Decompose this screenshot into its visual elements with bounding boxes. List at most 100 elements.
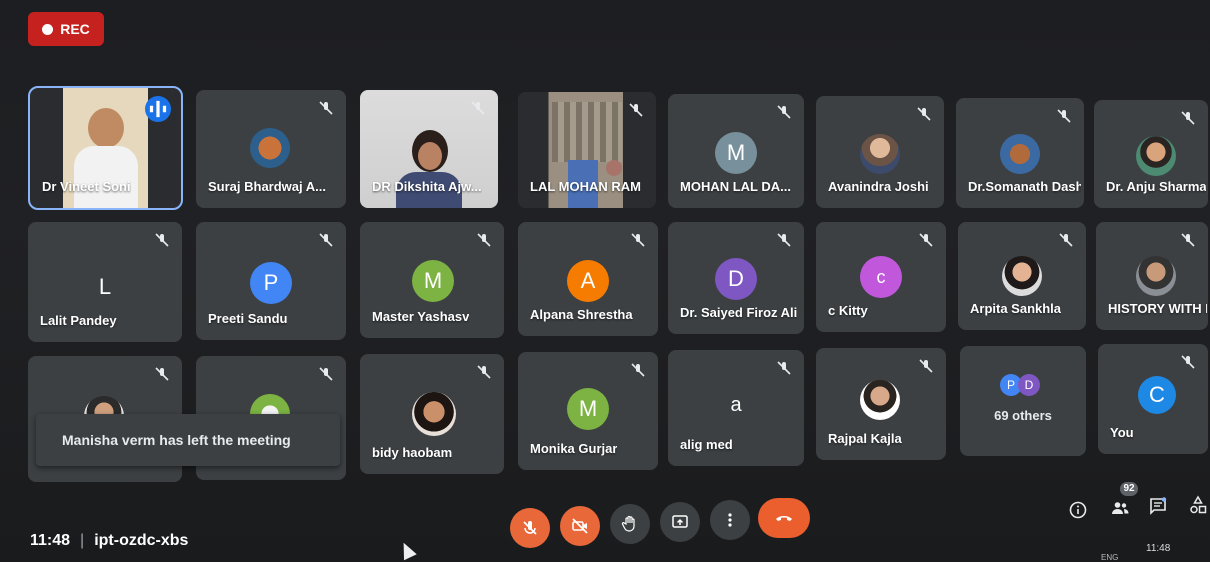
participant-name: Lalit Pandey — [40, 313, 117, 328]
participant-name: DR Dikshita Ajw... — [372, 179, 482, 194]
people-count-badge: 92 — [1120, 482, 1138, 496]
microphone-toggle-button[interactable] — [510, 508, 550, 548]
speaking-indicator-icon — [145, 96, 171, 122]
participant-tile[interactable]: bidy haobam — [360, 354, 504, 474]
participant-name: c Kitty — [828, 303, 868, 318]
present-icon — [672, 515, 688, 528]
mic-off-icon — [318, 366, 334, 382]
meeting-code: ipt-ozdc-xbs — [94, 532, 189, 549]
mic-off-icon — [318, 100, 334, 116]
avatar: D — [715, 258, 757, 300]
mic-off-icon — [916, 106, 932, 122]
participant-tile[interactable]: M MOHAN LAL DA... — [668, 94, 804, 208]
people-button[interactable] — [1108, 496, 1132, 520]
activities-button[interactable] — [1186, 493, 1210, 517]
mic-off-icon — [476, 364, 492, 380]
others-tile[interactable]: P D 69 others — [960, 346, 1086, 456]
self-tile[interactable]: C You — [1098, 344, 1208, 454]
participant-tile[interactable]: LAL MOHAN RAM — [518, 92, 656, 208]
participant-tile[interactable]: L Lalit Pandey — [28, 222, 182, 342]
participant-tile[interactable]: A Alpana Shrestha — [518, 222, 658, 336]
mic-off-icon — [1056, 108, 1072, 124]
participant-tile[interactable]: Suraj Bhardwaj A... — [196, 90, 346, 208]
mic-off-icon — [630, 362, 646, 378]
recording-label: REC — [60, 21, 90, 37]
avatar — [1000, 134, 1040, 174]
taskbar-clock: 11:48 — [1146, 543, 1171, 554]
participant-tile[interactable]: a alig med — [668, 350, 804, 466]
mic-off-icon — [154, 366, 170, 382]
participant-name: LAL MOHAN RAM — [530, 179, 641, 194]
more-options-button[interactable] — [710, 500, 750, 540]
participant-tile[interactable]: Dr.Somanath Dash — [956, 98, 1084, 208]
avatar — [250, 128, 290, 168]
mic-off-icon — [1180, 232, 1196, 248]
leave-call-button[interactable] — [758, 498, 810, 538]
more-vert-icon — [728, 513, 732, 527]
participant-name: Avanindra Joshi — [828, 179, 929, 194]
record-dot-icon — [42, 23, 54, 35]
participant-name: Alpana Shrestha — [530, 307, 633, 322]
notification-text: Manisha verm has left the meeting — [62, 432, 291, 448]
avatar: L — [98, 274, 112, 299]
participant-name: bidy haobam — [372, 445, 453, 460]
mic-off-icon — [628, 102, 644, 118]
avatar: C — [1138, 376, 1176, 414]
raise-hand-button[interactable] — [610, 504, 650, 544]
participant-tile[interactable]: Arpita Sankhla — [958, 222, 1086, 330]
participant-tile[interactable]: M Monika Gurjar — [518, 352, 658, 470]
mic-off-icon — [776, 104, 792, 120]
chat-button[interactable] — [1146, 494, 1170, 518]
mic-off-icon — [918, 358, 934, 374]
others-count-label: 69 others — [994, 408, 1052, 423]
participant-tile[interactable]: Dr Vineet Soni — [28, 86, 183, 210]
present-screen-button[interactable] — [660, 502, 700, 542]
avatar: M — [412, 260, 454, 302]
hand-icon — [621, 515, 635, 532]
avatar — [1136, 136, 1176, 176]
participant-tile[interactable]: Rajpal Kajla — [816, 348, 946, 460]
activities-icon — [1190, 495, 1207, 514]
mic-off-icon — [630, 232, 646, 248]
end-call-icon — [776, 516, 792, 521]
participant-tile[interactable]: DR Dikshita Ajw... — [360, 90, 498, 208]
avatar: D — [1018, 374, 1040, 396]
avatar — [860, 134, 900, 174]
participant-name: MOHAN LAL DA... — [680, 179, 791, 194]
avatar: M — [567, 388, 609, 430]
participant-name: Arpita Sankhla — [970, 301, 1062, 316]
participant-name: HISTORY WITH N... — [1108, 301, 1207, 316]
mic-off-icon — [476, 232, 492, 248]
participant-name: Dr.Somanath Dash — [968, 179, 1081, 194]
mic-off-icon — [1058, 232, 1074, 248]
mic-off-icon — [154, 232, 170, 248]
mic-off-icon — [318, 232, 334, 248]
avatar: A — [567, 260, 609, 302]
meeting-info: 11:48 | ipt-ozdc-xbs — [30, 532, 189, 549]
participant-name: Master Yashasv — [372, 309, 470, 324]
mic-off-icon — [776, 360, 792, 376]
avatar: M — [715, 132, 757, 174]
avatar: a — [730, 393, 742, 416]
avatar: c — [860, 256, 902, 298]
participant-tile[interactable]: P Preeti Sandu — [196, 222, 346, 340]
participant-tile[interactable]: D Dr. Saiyed Firoz Ali — [668, 222, 804, 334]
camera-off-icon — [572, 518, 588, 534]
participant-tile[interactable]: M Master Yashasv — [360, 222, 504, 338]
mic-off-icon — [1180, 110, 1196, 126]
participant-tile[interactable]: c c Kitty — [816, 222, 946, 332]
meeting-details-button[interactable] — [1066, 498, 1090, 522]
participant-tile[interactable]: HISTORY WITH N... — [1096, 222, 1208, 330]
mic-off-icon — [470, 100, 486, 116]
participant-tile[interactable]: Dr. Anju Sharma — [1094, 100, 1208, 208]
participant-name: Preeti Sandu — [208, 311, 288, 326]
participant-name: Dr. Saiyed Firoz Ali — [680, 305, 798, 320]
control-bar: 11:48 | ipt-ozdc-xbs — [0, 493, 1210, 562]
camera-toggle-button[interactable] — [560, 506, 600, 546]
notification-toast: Manisha verm has left the meeting — [36, 414, 340, 466]
avatar — [1002, 256, 1042, 296]
avatar: P — [250, 262, 292, 304]
people-icon — [1112, 502, 1129, 514]
participant-tile[interactable]: Avanindra Joshi — [816, 96, 944, 208]
mic-off-icon — [918, 232, 934, 248]
